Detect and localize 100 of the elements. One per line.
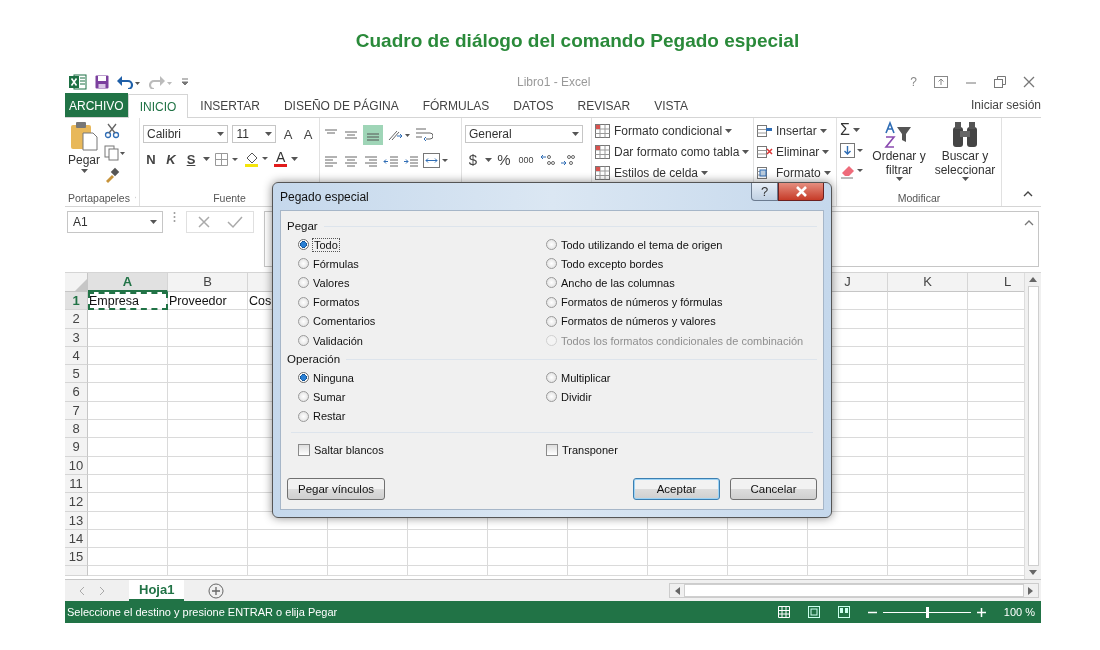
ribbon-tab[interactable]: DISEÑO DE PÁGINA	[271, 93, 411, 117]
cells-menu-button[interactable]: Formato	[757, 164, 833, 182]
radio-button[interactable]	[298, 258, 309, 270]
ribbon-tab[interactable]: REVISAR	[565, 93, 643, 117]
column-header[interactable]: B	[168, 273, 248, 292]
radio-button[interactable]	[546, 296, 557, 308]
row-header[interactable]: 1	[65, 292, 88, 311]
radio-button[interactable]	[298, 296, 309, 308]
paste-button[interactable]: Pegar	[68, 121, 101, 189]
decrease-decimal-icon[interactable]	[560, 152, 576, 167]
zoom-in-icon[interactable]	[976, 607, 986, 617]
help-button[interactable]: ?	[910, 74, 917, 89]
row-header[interactable]: 6	[65, 383, 88, 402]
zoom-level[interactable]: 100 %	[1003, 606, 1035, 618]
radio-button[interactable]	[298, 315, 309, 327]
find-select-button[interactable]: Buscar y seleccionar	[934, 121, 996, 189]
align-middle-icon[interactable]	[343, 128, 359, 142]
add-sheet-icon[interactable]	[208, 582, 225, 599]
thousands-button[interactable]: 000	[516, 154, 536, 165]
currency-button[interactable]: $	[465, 151, 481, 168]
page-layout-icon[interactable]	[807, 606, 820, 618]
column-header[interactable]: A	[88, 273, 168, 292]
merge-center-icon[interactable]	[423, 153, 449, 169]
wrap-text-icon[interactable]	[415, 127, 433, 143]
save-icon[interactable]	[95, 74, 109, 89]
increase-indent-icon[interactable]	[403, 154, 419, 168]
cancel-icon[interactable]	[197, 215, 211, 229]
font-name-field[interactable]: Calibri	[143, 125, 229, 143]
previous-sheet-icon[interactable]	[79, 586, 85, 595]
restore-icon[interactable]	[994, 75, 1006, 88]
autosum-button[interactable]: Σ	[840, 121, 864, 139]
sign-in-link[interactable]: Iniciar sesión	[970, 98, 1041, 112]
row-header[interactable]: 15	[65, 548, 88, 567]
align-left-icon[interactable]	[323, 154, 339, 168]
ribbon-tab[interactable]: INICIO	[127, 94, 189, 118]
row-header[interactable]: 5	[65, 365, 88, 384]
radio-button[interactable]	[546, 372, 557, 384]
radio-button[interactable]	[546, 315, 557, 327]
sheet-tab[interactable]: Hoja1	[129, 580, 185, 601]
ok-button[interactable]: Aceptar	[633, 478, 720, 500]
column-header[interactable]: L	[968, 273, 1024, 292]
radio-button[interactable]	[298, 410, 309, 422]
close-button[interactable]	[778, 183, 824, 201]
font-color-button[interactable]: A	[274, 151, 288, 167]
scissors-icon[interactable]	[104, 123, 121, 139]
paste-link-button[interactable]: Pegar vínculos	[287, 478, 386, 500]
vertical-scrollbar[interactable]	[1024, 273, 1041, 579]
eraser-icon[interactable]	[840, 163, 864, 179]
collapse-formula-bar-icon[interactable]	[1024, 220, 1034, 226]
number-format-field[interactable]: General	[465, 125, 583, 143]
ribbon-tab[interactable]: INSERTAR	[188, 93, 272, 117]
radio-button[interactable]	[298, 335, 309, 347]
normal-view-icon[interactable]	[777, 606, 790, 618]
checkbox[interactable]	[546, 443, 558, 456]
radio-button[interactable]	[546, 258, 557, 270]
radio-button[interactable]	[298, 391, 309, 403]
styles-menu-button[interactable]: Formato condicional	[595, 122, 750, 140]
row-header[interactable]: 8	[65, 420, 88, 439]
scroll-right-icon[interactable]	[1028, 586, 1033, 595]
align-right-icon[interactable]	[363, 154, 379, 168]
styles-menu-button[interactable]: Dar formato como tabla	[595, 143, 750, 161]
row-header[interactable]	[65, 566, 88, 577]
fill-color-icon[interactable]	[244, 151, 270, 167]
horizontal-scrollbar[interactable]	[669, 583, 1039, 598]
ribbon-tab[interactable]: DATOS	[501, 93, 566, 117]
radio-button[interactable]	[298, 239, 309, 251]
page-break-icon[interactable]	[837, 606, 850, 618]
sort-filter-button[interactable]: Ordenar y filtrar	[868, 121, 930, 189]
row-header[interactable]: 9	[65, 438, 88, 457]
grow-font-button[interactable]: A	[280, 126, 297, 142]
close-icon[interactable]	[1023, 75, 1035, 88]
radio-button[interactable]	[298, 277, 309, 289]
name-box[interactable]: A1	[67, 211, 163, 233]
file-tab[interactable]: ARCHIVO	[65, 93, 128, 117]
italic-button[interactable]: K	[163, 151, 179, 167]
radio-button[interactable]	[546, 239, 557, 251]
radio-button[interactable]	[546, 391, 557, 403]
underline-button[interactable]: S	[183, 151, 199, 167]
font-size-field[interactable]: 11	[232, 125, 277, 143]
collapse-ribbon-icon[interactable]	[1023, 191, 1033, 197]
checkbox[interactable]	[298, 443, 310, 456]
column-header[interactable]: K	[888, 273, 968, 292]
orientation-icon[interactable]	[387, 128, 411, 142]
ribbon-tab[interactable]: VISTA	[642, 93, 701, 117]
increase-decimal-icon[interactable]	[540, 152, 556, 167]
cells-menu-button[interactable]: Eliminar	[757, 143, 833, 161]
bold-button[interactable]: N	[143, 151, 159, 167]
help-button[interactable]: ?	[751, 183, 778, 201]
ribbon-display-icon[interactable]	[934, 75, 948, 88]
styles-menu-button[interactable]: Estilos de celda	[595, 164, 750, 182]
align-bottom-icon[interactable]	[363, 125, 383, 145]
undo-icon[interactable]	[117, 74, 141, 89]
decrease-indent-icon[interactable]	[383, 154, 399, 168]
scroll-left-icon[interactable]	[675, 586, 680, 595]
check-icon[interactable]	[227, 215, 243, 229]
scroll-down-icon[interactable]	[1029, 570, 1037, 575]
percent-button[interactable]: %	[496, 151, 512, 168]
row-header[interactable]: 12	[65, 493, 88, 512]
radio-button[interactable]	[298, 372, 309, 384]
scroll-up-icon[interactable]	[1029, 277, 1037, 282]
